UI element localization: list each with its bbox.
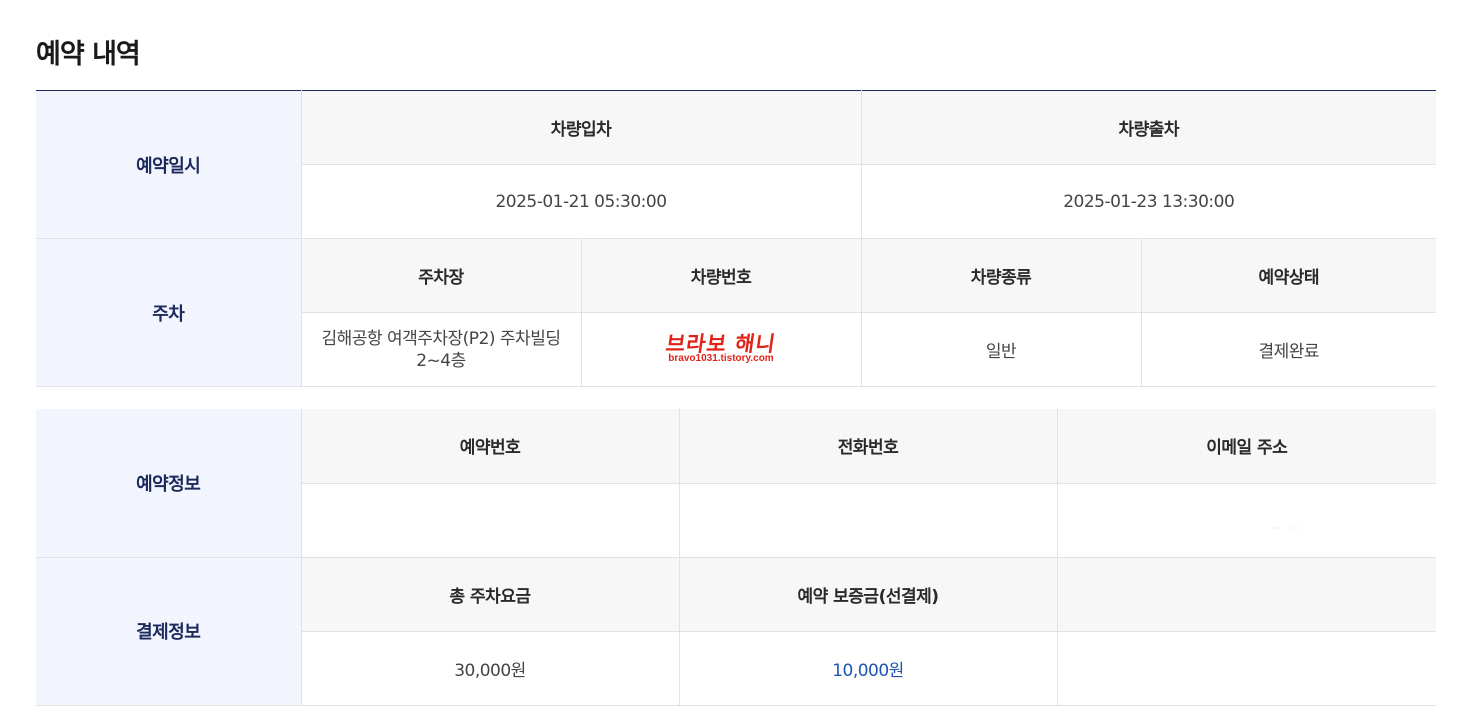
phone-number-header: 전화번호 bbox=[678, 409, 1057, 484]
vehicle-type-header: 차량종류 bbox=[860, 238, 1141, 313]
reservation-status-value: 결제완료 bbox=[1140, 312, 1436, 387]
deposit-header: 예약 보증금(선결제) bbox=[678, 557, 1057, 632]
reservation-number-value bbox=[300, 483, 679, 558]
parking-lot-value: 김해공항 여객주차장(P2) 주차빌딩 2~4층 bbox=[300, 312, 581, 387]
total-fee-header: 총 주차요금 bbox=[300, 557, 679, 632]
reservation-info-header-row: 예약정보 예약번호 전화번호 이메일 주소 bbox=[36, 409, 1436, 558]
reservation-status-header: 예약상태 bbox=[1140, 238, 1436, 313]
parking-lot-line1: 김해공항 여객주차장(P2) 주차빌딩 bbox=[321, 328, 561, 349]
total-fee-value: 30,000원 bbox=[300, 631, 679, 706]
plate-number-value: 브라보 해니 bravo1031.tistory.com bbox=[580, 312, 861, 387]
reservation-schedule-parking-table: 예약일시 차량입차 차량출차 2025-01-21 05:30:00 2025-… bbox=[36, 90, 1436, 387]
email-value: ·· ··· bbox=[1056, 483, 1436, 558]
blog-watermark: 브라보 해니 bravo1031.tistory.com bbox=[664, 331, 778, 364]
watermark-script: 브라보 해니 bbox=[664, 331, 778, 356]
reservation-info-row-label: 예약정보 bbox=[36, 409, 301, 558]
parking-lot-header: 주차장 bbox=[300, 238, 581, 313]
payment-extra-value bbox=[1056, 631, 1436, 706]
entry-header: 차량입차 bbox=[300, 90, 861, 165]
phone-number-value bbox=[678, 483, 1057, 558]
reservation-payment-table: 예약정보 예약번호 전화번호 이메일 주소 ·· ··· 결제정보 총 주차요금… bbox=[36, 409, 1436, 706]
page-title: 예약 내역 bbox=[36, 39, 141, 70]
entry-datetime: 2025-01-21 05:30:00 bbox=[300, 164, 861, 239]
email-header: 이메일 주소 bbox=[1056, 409, 1436, 484]
deposit-value: 10,000원 bbox=[678, 631, 1057, 706]
payment-info-row-label: 결제정보 bbox=[36, 557, 301, 706]
parking-header-row: 주차 주차장 차량번호 차량종류 예약상태 bbox=[36, 238, 1436, 387]
schedule-row-label: 예약일시 bbox=[36, 90, 301, 239]
redacted-email-mark: ·· ··· bbox=[1273, 524, 1301, 533]
exit-datetime: 2025-01-23 13:30:00 bbox=[860, 164, 1436, 239]
plate-number-header: 차량번호 bbox=[580, 238, 861, 313]
reservation-number-header: 예약번호 bbox=[300, 409, 679, 484]
vehicle-type-value: 일반 bbox=[860, 312, 1141, 387]
schedule-header-row: 예약일시 차량입차 차량출차 bbox=[36, 90, 1436, 239]
payment-info-header-row: 결제정보 총 주차요금 예약 보증금(선결제) bbox=[36, 557, 1436, 706]
payment-extra-header bbox=[1056, 557, 1436, 632]
exit-header: 차량출차 bbox=[860, 90, 1436, 165]
parking-lot-line2: 2~4층 bbox=[416, 350, 466, 371]
parking-row-label: 주차 bbox=[36, 238, 301, 387]
